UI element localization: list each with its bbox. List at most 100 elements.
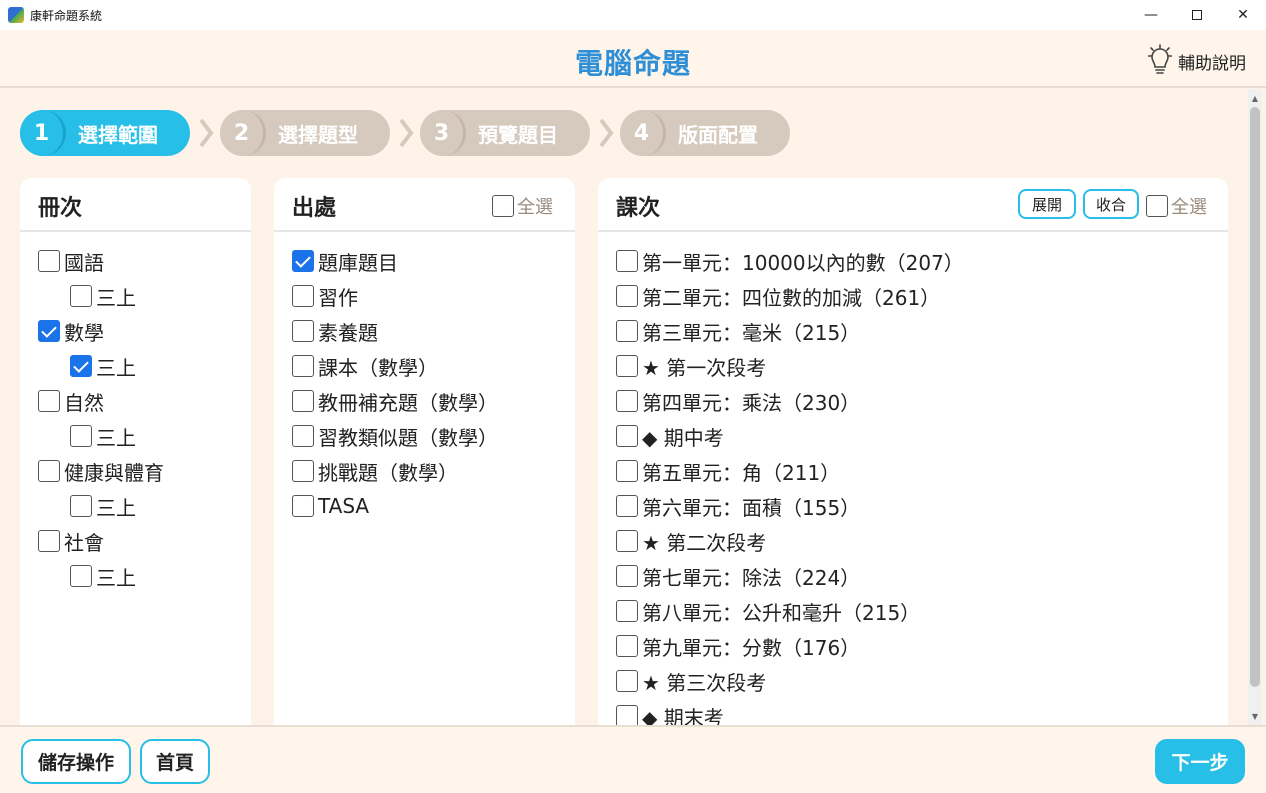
source-item[interactable]: 題庫題目 [292,246,398,276]
next-step-button[interactable]: 下一步 [1155,739,1245,784]
source-item[interactable]: 課本（數學） [292,351,438,381]
volume-item[interactable]: 健康與體育 [38,456,164,486]
scroll-up-icon[interactable]: ▲ [1248,91,1262,105]
source-item[interactable]: TASA [292,491,369,521]
close-icon[interactable]: ✕ [1220,0,1266,30]
checkbox[interactable] [616,425,638,447]
lesson-item[interactable]: 第九單元：分數（176） [616,631,860,661]
item-label: TASA [318,494,370,518]
lesson-item[interactable]: 第一單元：10000以內的數（207） [616,246,964,276]
source-item[interactable]: 習作 [292,281,358,311]
checkbox[interactable] [1146,195,1168,217]
chevron-right-icon [199,118,214,148]
checkbox[interactable] [616,320,638,342]
lesson-item[interactable]: ★ 第三次段考 [616,666,766,696]
checkbox[interactable] [616,355,638,377]
panel-header: 冊次 [20,178,251,232]
volume-item[interactable]: 三上 [70,351,136,381]
checkbox[interactable] [616,565,638,587]
checkbox[interactable] [616,670,638,692]
scrollbar[interactable]: ▲ ▼ [1248,89,1262,725]
lesson-item[interactable]: ★ 第一次段考 [616,351,766,381]
select-all-sources[interactable]: 全選 [492,193,553,219]
panel-header: 課次 展開 收合 全選 [598,178,1228,232]
checkbox[interactable] [616,705,638,727]
select-all-lessons[interactable]: 全選 [1146,193,1207,219]
lesson-item[interactable]: 第三單元：毫米（215） [616,316,860,346]
checkbox[interactable] [616,600,638,622]
home-button[interactable]: 首頁 [140,739,210,784]
checkbox[interactable] [70,495,92,517]
scrollbar-thumb[interactable] [1250,107,1260,687]
collapse-button[interactable]: 收合 [1083,189,1139,219]
item-label: 健康與體育 [64,460,164,485]
volume-item[interactable]: 三上 [70,421,136,451]
checkbox[interactable] [292,460,314,482]
checkbox[interactable] [70,285,92,307]
volume-item[interactable]: 數學 [38,316,104,346]
checkbox[interactable] [616,530,638,552]
checkbox[interactable] [38,250,60,272]
step-4[interactable]: 4 版面配置 [620,110,790,156]
checkbox[interactable] [616,390,638,412]
lesson-item[interactable]: 第六單元：面積（155） [616,491,860,521]
checkbox[interactable] [38,460,60,482]
step-3[interactable]: 3 預覽題目 [420,110,590,156]
source-item[interactable]: 習教類似題（數學） [292,421,498,451]
checkbox[interactable] [292,285,314,307]
volume-item[interactable]: 三上 [70,281,136,311]
volume-item[interactable]: 社會 [38,526,104,556]
help-button[interactable]: 輔助說明 [1148,44,1246,78]
checkbox[interactable] [292,320,314,342]
item-label: 習作 [318,285,358,310]
volume-item[interactable]: 自然 [38,386,104,416]
item-label: 社會 [64,530,104,555]
maximize-icon[interactable] [1174,0,1220,30]
lesson-item[interactable]: 第七單元：除法（224） [616,561,860,591]
step-2[interactable]: 2 選擇題型 [220,110,390,156]
lesson-item[interactable]: ◆ 期中考 [616,421,724,451]
item-label: 挑戰題（數學） [318,460,458,485]
checkbox[interactable] [292,495,314,517]
source-item[interactable]: 教冊補充題（數學） [292,386,498,416]
minimize-icon[interactable]: — [1128,0,1174,30]
volume-item[interactable]: 國語 [38,246,104,276]
panel-title: 出處 [292,196,337,221]
lesson-item[interactable]: ★ 第二次段考 [616,526,766,556]
chevron-right-icon [399,118,414,148]
source-item[interactable]: 素養題 [292,316,378,346]
checkbox[interactable] [616,495,638,517]
volume-item[interactable]: 三上 [70,561,136,591]
checkbox[interactable] [70,425,92,447]
step-number: 1 [20,110,66,156]
checkbox[interactable] [292,390,314,412]
checkbox[interactable] [70,355,92,377]
step-number: 2 [220,110,266,156]
checkbox[interactable] [616,285,638,307]
item-label: 三上 [96,285,136,310]
step-1[interactable]: 1 選擇範圍 [20,110,190,156]
lesson-item[interactable]: 第八單元：公升和毫升（215） [616,596,920,626]
checkbox[interactable] [70,565,92,587]
source-item[interactable]: 挑戰題（數學） [292,456,458,486]
volume-item[interactable]: 三上 [70,491,136,521]
step-label: 選擇範圍 [78,122,158,147]
checkbox[interactable] [616,250,638,272]
item-label: 第八單元：公升和毫升（215） [642,600,921,625]
checkbox[interactable] [292,250,314,272]
checkbox[interactable] [616,635,638,657]
lesson-item[interactable]: 第五單元：角（211） [616,456,840,486]
checkbox[interactable] [616,460,638,482]
checkbox[interactable] [492,195,514,217]
lesson-item[interactable]: 第四單元：乘法（230） [616,386,860,416]
lesson-item[interactable]: 第二單元：四位數的加減（261） [616,281,940,311]
checkbox[interactable] [38,390,60,412]
checkbox[interactable] [292,425,314,447]
save-operation-button[interactable]: 儲存操作 [21,739,131,784]
expand-button[interactable]: 展開 [1018,189,1076,219]
item-label: ★ 第一次段考 [642,355,767,380]
checkbox[interactable] [292,355,314,377]
scroll-down-icon[interactable]: ▼ [1248,709,1262,723]
checkbox[interactable] [38,320,60,342]
checkbox[interactable] [38,530,60,552]
